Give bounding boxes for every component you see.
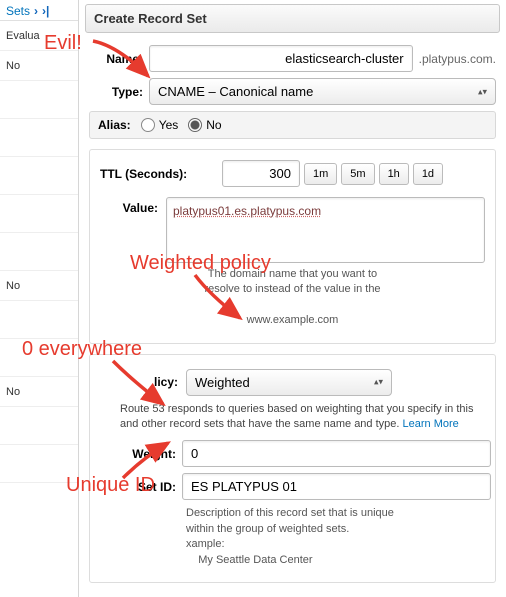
value-help: The domain name that you want to resolve… (100, 267, 485, 329)
alias-no-radio[interactable]: No (188, 118, 221, 132)
alias-label: Alias: (98, 118, 131, 132)
weight-label: Weight: (120, 447, 176, 461)
panel-title: Create Record Set (85, 4, 500, 33)
last-icon[interactable]: ›| (42, 4, 49, 18)
value-textarea[interactable]: platypus01.es.platypus.com (166, 197, 485, 263)
policy-label: licy: (154, 375, 178, 389)
learn-more-link[interactable]: Learn More (403, 418, 459, 430)
type-select[interactable]: CNAME – Canonical name ▴▾ (149, 78, 496, 105)
ttl-input[interactable] (222, 160, 300, 187)
policy-desc: Route 53 responds to queries based on we… (120, 402, 491, 433)
ttl-1m-button[interactable]: 1m (304, 163, 337, 185)
no-cell-1: No (0, 51, 78, 81)
type-label: Type: (89, 85, 143, 99)
chevron-updown-icon: ▴▾ (478, 86, 487, 97)
name-input[interactable] (149, 45, 413, 72)
ttl-label: TTL (Seconds): (100, 167, 218, 181)
alias-bar: Alias: Yes No (89, 111, 496, 139)
sets-link[interactable]: Sets (6, 4, 30, 18)
alias-yes-radio[interactable]: Yes (141, 118, 179, 132)
no-cell-3: No (0, 377, 78, 407)
next-icon[interactable]: › (34, 4, 38, 18)
chevron-updown-icon: ▴▾ (374, 377, 383, 388)
policy-panel: licy: Weighted ▴▾ Route 53 responds to q… (89, 354, 496, 583)
no-cell-2: No (0, 271, 78, 301)
ttl-5m-button[interactable]: 5m (341, 163, 374, 185)
weight-input[interactable] (182, 440, 491, 467)
ttl-1h-button[interactable]: 1h (379, 163, 409, 185)
setid-desc: Description of this record set that is u… (186, 506, 491, 568)
domain-suffix: .platypus.com. (419, 52, 496, 66)
setid-label: Set ID: (120, 480, 176, 494)
setid-input[interactable] (182, 473, 491, 500)
ttl-value-panel: TTL (Seconds): 1m 5m 1h 1d Value: platyp… (89, 149, 496, 344)
name-label: Name: (89, 52, 143, 66)
value-label: Value: (100, 197, 158, 263)
left-sidebar: Sets › ›| Evalua No No No (0, 0, 79, 597)
eval-cell: Evalua (0, 21, 78, 51)
ttl-1d-button[interactable]: 1d (413, 163, 443, 185)
policy-select[interactable]: Weighted ▴▾ (186, 369, 392, 396)
